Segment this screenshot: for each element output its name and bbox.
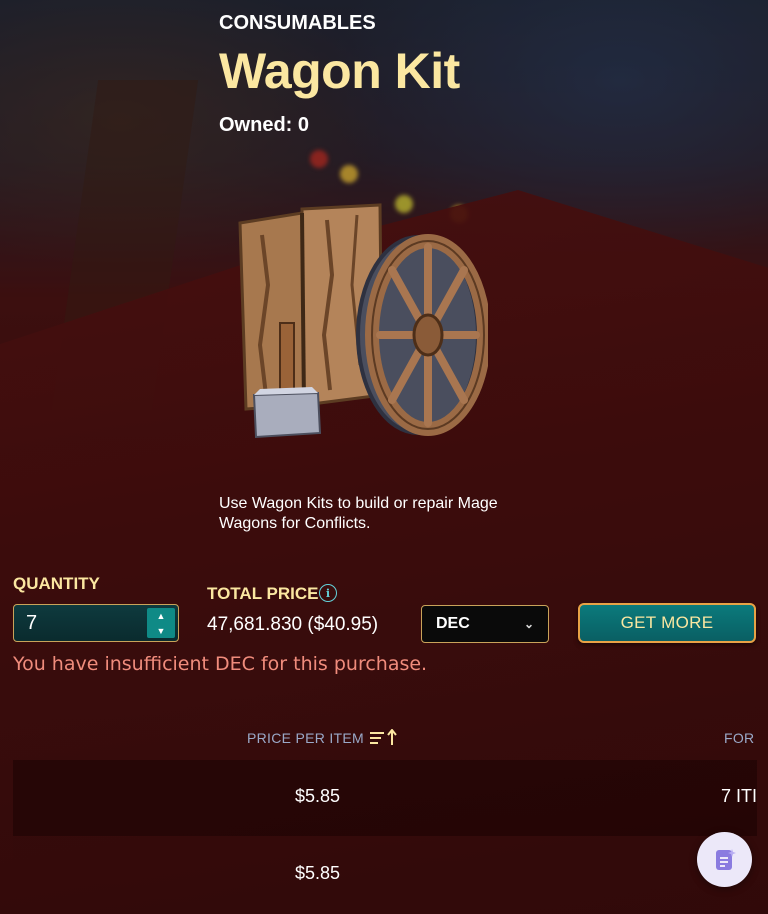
row-price: $5.85 xyxy=(295,863,341,883)
row-price: $5.85 xyxy=(295,786,341,806)
quantity-input[interactable] xyxy=(14,605,144,641)
wagon-kit-image xyxy=(238,203,488,439)
document-sparkle-icon xyxy=(715,848,736,870)
error-message: You have insufficient DEC for this purch… xyxy=(13,653,428,675)
column-header-price-per-item[interactable]: PRICE PER ITEM xyxy=(247,730,364,746)
quantity-stepper: ▲ ▼ xyxy=(13,604,179,642)
get-more-button[interactable]: GET MORE xyxy=(578,603,756,643)
total-price-label: TOTAL PRICE xyxy=(207,584,319,603)
row-quantity: 7 ITI xyxy=(721,786,758,806)
column-header-for[interactable]: FOR xyxy=(724,730,754,746)
item-detail-panel: CONSUMABLES Wagon Kit Owned: 0 Use Wagon xyxy=(0,0,768,914)
currency-selected: DEC xyxy=(436,615,470,632)
info-icon[interactable]: i xyxy=(319,584,337,602)
table-row[interactable]: $5.85 IT xyxy=(13,837,757,913)
quantity-stepper-buttons: ▲ ▼ xyxy=(147,608,175,638)
item-description: Use Wagon Kits to build or repair Mage W… xyxy=(219,495,498,532)
floating-action-button[interactable] xyxy=(697,832,752,887)
table-row[interactable]: $5.85 7 ITI xyxy=(13,760,757,836)
chevron-down-icon[interactable]: ▼ xyxy=(147,623,175,638)
item-title: Wagon Kit xyxy=(219,43,460,99)
owned-count: Owned: 0 xyxy=(219,114,310,136)
quantity-label: QUANTITY xyxy=(13,574,100,593)
chevron-down-icon: ⌄ xyxy=(523,617,534,631)
sort-ascending-icon[interactable] xyxy=(369,729,399,747)
total-price-value: 47,681.830 ($40.95) xyxy=(207,614,379,635)
currency-select[interactable]: DEC ⌄ xyxy=(421,605,549,643)
chevron-up-icon[interactable]: ▲ xyxy=(147,608,175,623)
item-category: CONSUMABLES xyxy=(219,12,376,34)
